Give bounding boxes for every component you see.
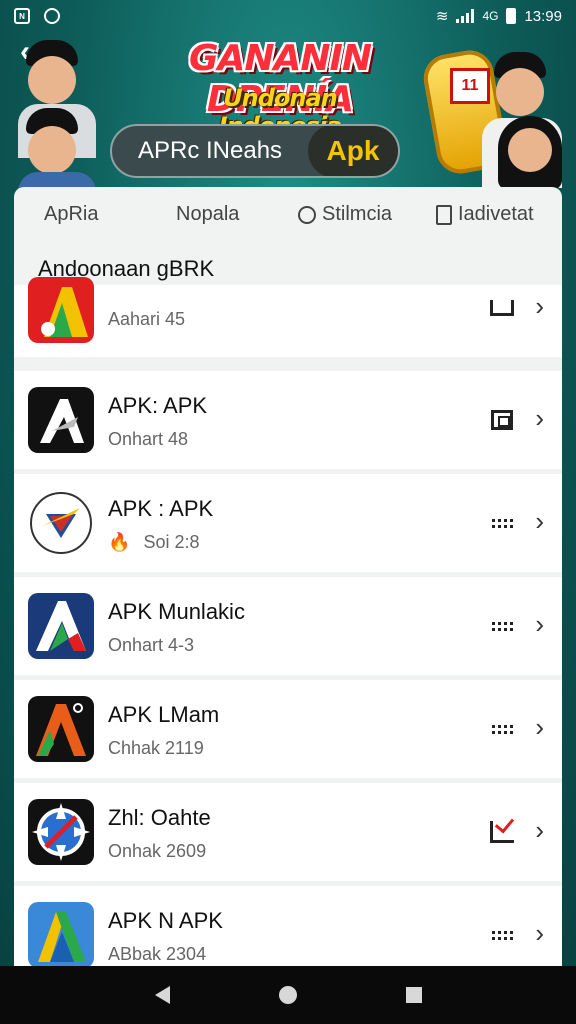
check-icon[interactable]: [490, 821, 514, 843]
tab-stilmcia[interactable]: Stilmcia: [298, 203, 392, 226]
list-item[interactable]: APK N APK ABbak 2304 ›: [14, 886, 562, 967]
app-subtitle-row: 🔥 Soi 2:8: [108, 532, 199, 553]
bag-icon[interactable]: [490, 297, 514, 319]
system-nav-bar: [0, 966, 576, 1024]
app-name: Zhl: Oahte: [108, 805, 211, 830]
square-icon[interactable]: [490, 409, 514, 431]
app-icon: [28, 799, 94, 865]
app-name: APK: APK: [108, 393, 208, 418]
app-subtitle: Soi 2:8: [143, 532, 200, 552]
list-item[interactable]: APK: APK Onhart 48 ›: [14, 371, 562, 469]
nav-recents-icon[interactable]: [405, 987, 422, 1003]
slot-machine-icon: 11: [450, 68, 490, 104]
data-icon: 4G: [482, 9, 499, 23]
app-icon: [28, 490, 94, 556]
wifi-icon: ≋: [435, 8, 449, 25]
app-name: APK LMam: [108, 702, 220, 727]
list-item[interactable]: APK LMam Chhak 2119 ›: [14, 680, 562, 778]
app-icon: [28, 902, 94, 967]
chevron-right-icon[interactable]: ›: [535, 291, 544, 322]
apk-badge[interactable]: Apk: [308, 126, 398, 176]
app-notification-icon: [44, 8, 60, 24]
circle-icon: [298, 205, 316, 224]
nav-back-icon[interactable]: [154, 986, 170, 1004]
app-subtitle: ABbak 2304: [108, 944, 207, 964]
chevron-right-icon[interactable]: ›: [535, 815, 544, 846]
status-bar: N ≋ 4G 13:99: [0, 0, 576, 32]
list-item[interactable]: Aahari 45 ›: [14, 277, 562, 357]
tab-label: Stilmcia: [322, 203, 393, 225]
dots-icon[interactable]: [490, 924, 514, 946]
tab-bar: ApRia Nopala Stilmcia Iadivetat: [14, 187, 562, 241]
list-item[interactable]: APK : APK 🔥 Soi 2:8 ›: [14, 474, 562, 572]
chevron-right-icon[interactable]: ›: [535, 918, 544, 949]
list-item[interactable]: APK Munlakic Onhart 4-3 ›: [14, 577, 562, 675]
banner-pill-button[interactable]: APRc INeahs Apk: [110, 124, 400, 178]
app-subtitle: Onhak 2609: [108, 841, 207, 861]
app-subtitle: Onhart 4-3: [108, 635, 195, 655]
fire-icon: 🔥: [108, 532, 131, 552]
nav-home-icon[interactable]: [278, 986, 297, 1004]
tab-label: ApRia: [44, 203, 99, 225]
app-name: APK Munlakic: [108, 599, 245, 624]
signal-icon: [456, 9, 475, 23]
notification-icon: N: [14, 8, 30, 24]
dots-icon[interactable]: [490, 512, 514, 534]
app-icon: [28, 696, 94, 762]
chevron-right-icon[interactable]: ›: [535, 712, 544, 743]
chevron-right-icon[interactable]: ›: [535, 403, 544, 434]
dots-icon[interactable]: [490, 718, 514, 740]
app-subtitle: Chhak 2119: [108, 738, 204, 758]
tab-label: Iadivetat: [458, 203, 534, 225]
tab-label: Nopala: [176, 203, 240, 225]
chevron-right-icon[interactable]: ›: [535, 609, 544, 640]
app-subtitle: Onhart 48: [108, 429, 189, 449]
promo-banner[interactable]: ‹ GANANIN DPENÍA Undonan Indonesia APRc …: [0, 32, 576, 192]
app-icon: [28, 387, 94, 453]
square-icon: [436, 204, 452, 225]
app-icon: [28, 277, 94, 343]
pill-label: APRc INeahs: [138, 137, 283, 164]
list-item[interactable]: Zhl: Oahte Onhak 2609 ›: [14, 783, 562, 881]
tab-nopala[interactable]: Nopala: [176, 203, 239, 226]
app-name: APK : APK: [108, 496, 214, 521]
chevron-right-icon[interactable]: ›: [535, 506, 544, 537]
tab-apria[interactable]: ApRia: [44, 203, 98, 226]
status-time: 13:99: [524, 7, 562, 25]
app-list-card: ApRia Nopala Stilmcia Iadivetat Andoonaa…: [14, 187, 562, 967]
app-name: APK N APK: [108, 908, 223, 933]
battery-icon: [506, 8, 517, 24]
dots-icon[interactable]: [490, 615, 514, 637]
tab-iadivetat[interactable]: Iadivetat: [436, 203, 534, 226]
app-subtitle: Aahari 45: [108, 309, 186, 329]
app-icon: [28, 593, 94, 659]
